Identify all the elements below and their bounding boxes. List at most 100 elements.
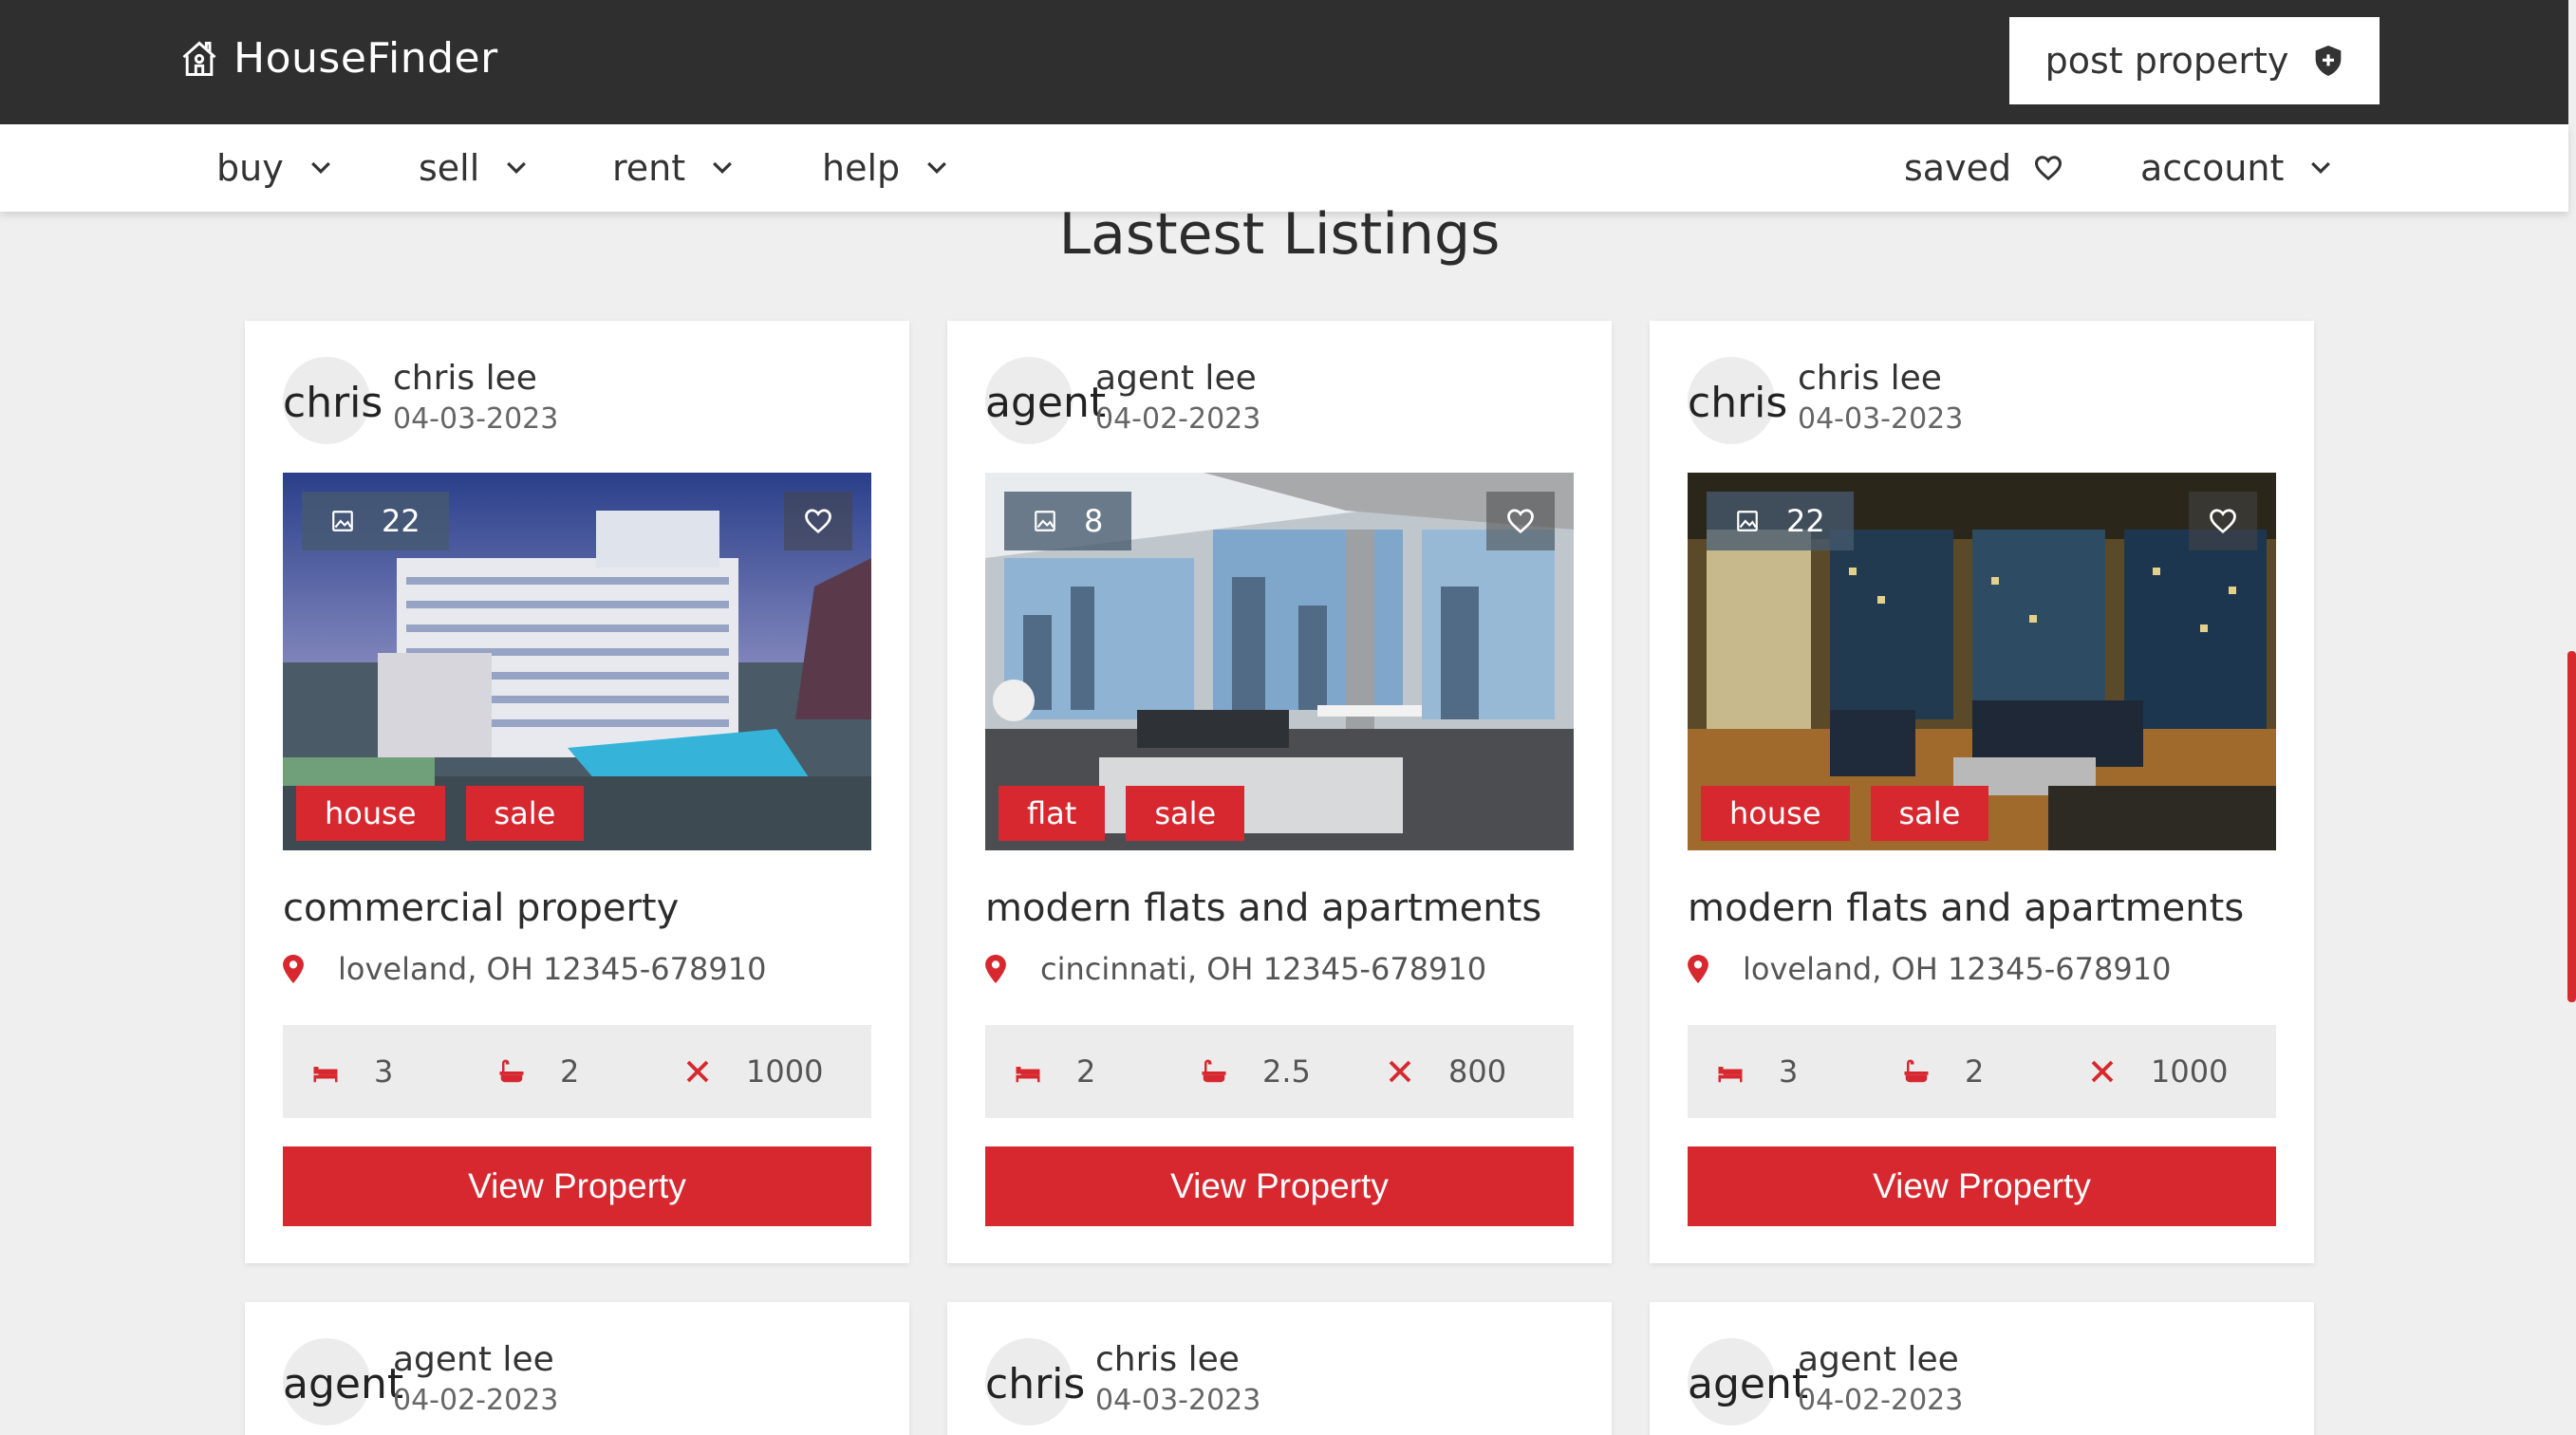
brand-name: HouseFinder: [233, 34, 498, 83]
favorite-button[interactable]: [784, 492, 852, 550]
listing-card: agent agent lee 04-02-2023: [1650, 1302, 2314, 1435]
chevron-down-icon: [713, 161, 733, 175]
post-date: 04-03-2023: [1095, 1384, 1261, 1417]
poster-name[interactable]: agent lee: [1095, 357, 1260, 401]
avatar-text: agent: [1688, 1359, 1809, 1408]
avatar-text: agent: [985, 378, 1107, 427]
image-icon: [1035, 511, 1055, 531]
nav-buy-label: buy: [216, 147, 284, 189]
photo-count: 22: [382, 503, 420, 539]
view-property-button[interactable]: View Property: [283, 1146, 871, 1226]
baths-value: 2: [1965, 1053, 1985, 1090]
avatar[interactable]: chris: [985, 1338, 1085, 1426]
beds-value: 2: [1076, 1053, 1096, 1090]
listing-card: chris chris lee 04-03-2023: [947, 1302, 1612, 1435]
specs-bar: 2 2.5 800: [985, 1025, 1574, 1118]
nav-rent[interactable]: rent: [612, 143, 737, 193]
heart-icon: [1507, 509, 1534, 534]
post-property-button[interactable]: post property: [2009, 17, 2380, 104]
nav-sell[interactable]: sell: [419, 143, 531, 193]
nav-buy[interactable]: buy: [216, 143, 335, 193]
tag-status[interactable]: sale: [1126, 786, 1245, 841]
chevron-down-icon: [507, 161, 527, 175]
baths-spec: 2: [1902, 1025, 1984, 1118]
area-spec: 800: [1386, 1025, 1506, 1118]
area-value: 1000: [2151, 1053, 2229, 1090]
image-icon: [1737, 511, 1758, 531]
avatar-text: agent: [283, 1359, 404, 1408]
poster-info: chris lee 04-03-2023: [1095, 1338, 1260, 1420]
tag-type[interactable]: flat: [999, 786, 1106, 841]
card-header: agent agent lee 04-02-2023: [985, 357, 1260, 444]
poster-name[interactable]: chris lee: [1798, 357, 1963, 401]
nav-sell-label: sell: [419, 147, 480, 189]
avatar[interactable]: agent: [985, 357, 1106, 444]
listing-address: loveland, OH 12345-678910: [1688, 951, 2171, 987]
bed-icon: [1016, 1067, 1040, 1083]
map-pin-icon: [1688, 955, 1708, 983]
tag-type[interactable]: house: [296, 786, 445, 841]
poster-info: agent lee 04-02-2023: [1095, 357, 1260, 438]
tags: house sale: [1701, 786, 1989, 841]
view-property-button[interactable]: View Property: [985, 1146, 1574, 1226]
nav-saved[interactable]: saved: [1904, 143, 2063, 193]
poster-info: chris lee 04-03-2023: [393, 357, 558, 438]
favorite-button[interactable]: [1486, 492, 1555, 550]
heart-icon: [2210, 509, 2236, 534]
scrollbar-thumb[interactable]: [2567, 651, 2576, 1002]
photo-count-badge: 8: [1004, 492, 1132, 550]
listing-address: cincinnati, OH 12345-678910: [985, 951, 1486, 987]
poster-info: chris lee 04-03-2023: [1798, 357, 1963, 438]
specs-bar: 3 2 1000: [283, 1025, 871, 1118]
post-date: 04-02-2023: [393, 1384, 559, 1417]
baths-value: 2.5: [1262, 1053, 1311, 1090]
baths-spec: 2.5: [1200, 1025, 1311, 1118]
nav-account[interactable]: account: [2140, 143, 2335, 193]
photo-count: 8: [1084, 503, 1104, 539]
avatar[interactable]: agent: [1688, 1338, 1808, 1426]
top-bar: HouseFinder post property: [0, 0, 2568, 124]
baths-value: 2: [560, 1053, 580, 1090]
area-spec: 1000: [2088, 1025, 2228, 1118]
view-property-button[interactable]: View Property: [1688, 1146, 2276, 1226]
area-value: 800: [1448, 1053, 1507, 1090]
bathtub-icon: [1904, 1059, 1929, 1083]
bed-icon: [313, 1067, 338, 1083]
poster-name[interactable]: agent lee: [1798, 1338, 1963, 1382]
tag-status[interactable]: sale: [465, 786, 585, 841]
listing-title[interactable]: modern flats and apartments: [985, 886, 1541, 930]
property-photo[interactable]: 8 flat sale: [985, 473, 1574, 850]
avatar[interactable]: chris: [283, 357, 383, 444]
avatar[interactable]: chris: [1688, 357, 1787, 444]
nav-rent-label: rent: [612, 147, 686, 189]
favorite-button[interactable]: [2189, 492, 2257, 550]
card-header: chris chris lee 04-03-2023: [283, 357, 558, 444]
listing-title[interactable]: commercial property: [283, 886, 679, 930]
avatar[interactable]: agent: [283, 1338, 403, 1426]
page-title: Lastest Listings: [1058, 201, 1501, 268]
post-date: 04-02-2023: [1798, 1384, 1964, 1417]
card-header: agent agent lee 04-02-2023: [1688, 1338, 1963, 1426]
card-header: agent agent lee 04-02-2023: [283, 1338, 558, 1426]
poster-name[interactable]: chris lee: [1095, 1338, 1260, 1382]
beds-value: 3: [374, 1053, 394, 1090]
poster-name[interactable]: chris lee: [393, 357, 558, 401]
listing-title[interactable]: modern flats and apartments: [1688, 886, 2244, 930]
nav-help[interactable]: help: [822, 143, 951, 193]
tags: house sale: [296, 786, 585, 841]
property-photo[interactable]: 22 house sale: [1688, 473, 2276, 850]
poster-info: agent lee 04-02-2023: [393, 1338, 558, 1420]
tag-status[interactable]: sale: [1870, 786, 1989, 841]
photo-count-badge: 22: [1707, 492, 1854, 550]
property-photo[interactable]: 22 house sale: [283, 473, 871, 850]
brand[interactable]: HouseFinder: [178, 34, 498, 83]
tag-type[interactable]: house: [1701, 786, 1850, 841]
area-icon: [1389, 1060, 1411, 1083]
area-value: 1000: [746, 1053, 824, 1090]
area-icon: [686, 1060, 709, 1083]
poster-name[interactable]: agent lee: [393, 1338, 558, 1382]
bed-icon: [1718, 1067, 1743, 1083]
beds-spec: 3: [1716, 1025, 1798, 1118]
post-date: 04-03-2023: [1798, 402, 1964, 436]
bathtub-icon: [1202, 1059, 1226, 1083]
